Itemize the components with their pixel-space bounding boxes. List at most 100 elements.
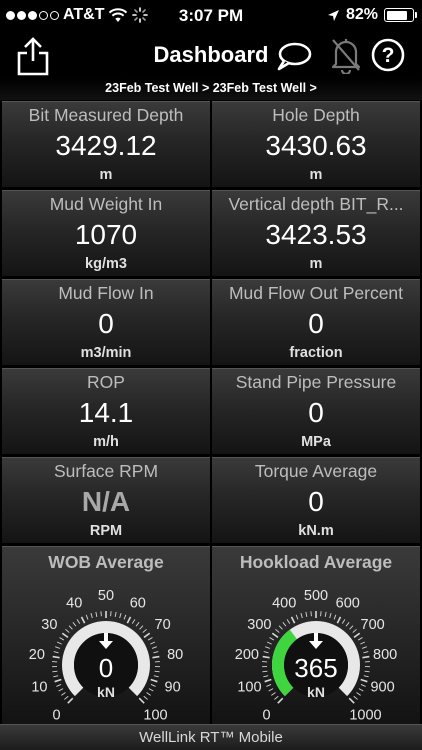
gauge-tick-label: 20 [29, 647, 45, 663]
gauge-tile-hookload[interactable]: Hookload Average 0 100 200 300 400 500 600 700 8… [212, 546, 420, 726]
minor-tick [363, 675, 369, 678]
tile-unit: kg/m3 [85, 256, 127, 272]
minor-tick [300, 613, 303, 619]
major-tick [52, 655, 60, 659]
status-bar: AT&T 3:07 PM 82% [0, 0, 422, 32]
minor-tick [324, 611, 327, 617]
major-tick [353, 632, 361, 639]
gauge-value: 0 [99, 653, 113, 683]
minor-tick [59, 637, 65, 641]
minor-tick [95, 611, 98, 617]
minor-tick [64, 695, 69, 700]
tile-bit-measured-depth[interactable]: Bit Measured Depth 3429.12 m [2, 101, 210, 187]
minor-tick [333, 614, 337, 620]
minor-tick [286, 619, 291, 624]
minor-tick [119, 613, 122, 619]
help-icon[interactable]: ? [371, 38, 405, 72]
gauge-tick-label: 0 [52, 707, 60, 723]
major-tick [277, 697, 284, 704]
major-tick [271, 632, 279, 639]
tile-unit: MPa [301, 434, 331, 450]
minor-tick [150, 641, 156, 645]
minor-tick [143, 695, 148, 700]
major-tick [152, 655, 160, 659]
minor-tick [61, 692, 66, 696]
tile-rop[interactable]: ROP 14.1 m/h [2, 368, 210, 454]
gauge-tick-label: 600 [336, 596, 360, 612]
minor-tick [148, 688, 154, 692]
minor-tick [364, 670, 370, 673]
major-tick [290, 616, 296, 624]
minor-tick [56, 641, 62, 645]
footer-brand: WellLink RT™ Mobile [0, 724, 422, 750]
minor-tick [352, 628, 357, 633]
breadcrumb[interactable]: 23Feb Test Well > 23Feb Test Well > [0, 78, 422, 100]
chat-bubble-icon[interactable] [276, 42, 312, 72]
svg-text:?: ? [382, 44, 395, 67]
minor-tick [135, 622, 140, 627]
tile-mud-weight-in[interactable]: Mud Weight In 1070 kg/m3 [2, 190, 210, 276]
minor-tick [349, 625, 354, 630]
minor-tick [268, 688, 274, 692]
tile-torque-average[interactable]: Torque Average 0 kN.m [212, 457, 420, 543]
minor-tick [278, 625, 283, 630]
minor-tick [345, 622, 350, 627]
major-tick [362, 655, 370, 659]
tile-stand-pipe-pressure[interactable]: Stand Pipe Pressure 0 MPa [212, 368, 420, 454]
tile-unit: RPM [89, 523, 123, 539]
minor-tick [55, 646, 61, 649]
major-tick [54, 678, 62, 683]
tile-unit: m [309, 167, 323, 183]
tile-hole-depth[interactable]: Hole Depth 3430.63 m [212, 101, 420, 187]
gauge-tick-label: 900 [370, 680, 394, 696]
gauge-tile-wob[interactable]: WOB Average 0 10 20 30 40 50 60 70 80 90 100 0 kN [2, 546, 210, 726]
tile-value: 3423.53 [265, 219, 367, 250]
major-tick [150, 678, 158, 683]
gauge-unit: kN [97, 684, 115, 700]
tile-label: Bit Measured Depth [28, 105, 184, 125]
minor-tick [360, 641, 366, 645]
minor-tick [123, 614, 127, 620]
minor-tick [305, 611, 308, 617]
status-right: 82% [327, 6, 417, 24]
gauge-tick-label: 700 [361, 617, 385, 633]
tile-mud-flow-out-percent[interactable]: Mud Flow Out Percent 0 fraction [212, 279, 420, 365]
major-tick [264, 678, 272, 683]
tile-label: Vertical depth BIT_R... [228, 194, 404, 214]
tile-value: 0 [308, 397, 324, 428]
navigation-bar: Dashboard ? [0, 32, 422, 80]
minor-tick [114, 611, 117, 617]
minor-tick [266, 641, 272, 645]
alarm-bell-icon[interactable] [330, 36, 362, 74]
gauge-tick-label: 300 [247, 617, 271, 633]
gauge-tick-label: 1000 [349, 707, 381, 723]
tile-unit: fraction [289, 345, 343, 361]
tile-value: 1070 [74, 219, 138, 250]
minor-tick [275, 628, 280, 633]
minor-tick [262, 670, 268, 673]
minor-tick [131, 619, 136, 624]
minor-tick [76, 619, 81, 624]
minor-tick [72, 622, 77, 627]
gauge-tick-label: 90 [165, 680, 181, 696]
minor-tick [151, 646, 157, 649]
minor-tick [68, 625, 73, 630]
gauge-tick-label: 70 [155, 617, 171, 633]
tile-unit: kN.m [298, 523, 334, 539]
minor-tick [363, 651, 369, 654]
major-tick [262, 655, 270, 659]
tile-vertical-depth[interactable]: Vertical depth BIT_R... 3423.53 m [212, 190, 420, 276]
minor-tick [65, 628, 70, 633]
tile-mud-flow-in[interactable]: Mud Flow In 0 m3/min [2, 279, 210, 365]
minor-tick [90, 613, 93, 619]
wob-gauge: 010203040 50 607080901000kN [29, 588, 183, 723]
minor-tick [265, 646, 271, 649]
tile-label: Stand Pipe Pressure [235, 372, 397, 392]
tile-surface-rpm[interactable]: Surface RPM N/A RPM [2, 457, 210, 543]
minor-tick [271, 692, 276, 696]
minor-tick [341, 619, 346, 624]
gauge-tick-label: 400 [272, 596, 296, 612]
minor-tick [295, 614, 299, 620]
major-tick [336, 616, 342, 624]
major-tick [138, 697, 145, 704]
